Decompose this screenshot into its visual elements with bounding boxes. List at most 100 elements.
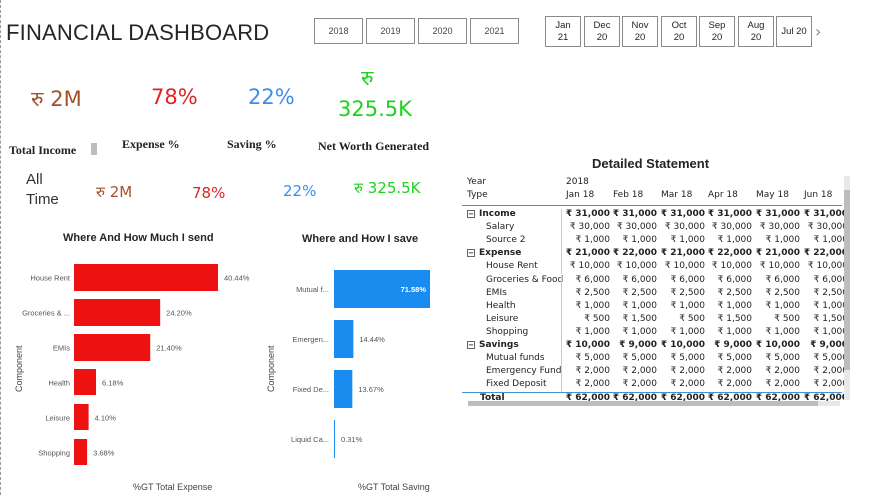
matrix-item-label: Shopping (486, 326, 529, 337)
year-button-2019[interactable]: 2019 (366, 18, 415, 44)
matrix-column-divider (561, 209, 562, 222)
saving-category-label: Fixed De... (293, 385, 329, 394)
matrix-month-header[interactable]: Mar 18 (661, 190, 692, 200)
matrix-cell: ₹ 5,000 (622, 353, 657, 364)
matrix-vertical-scrollbar[interactable] (844, 176, 850, 400)
matrix-cell: ₹ 2,500 (622, 287, 657, 298)
matrix-month-header[interactable]: Feb 18 (613, 190, 643, 200)
matrix-row[interactable]: Shopping ₹ 1,000 ₹ 1,000 ₹ 1,000 ₹ 1,000 ₹ 1,… (462, 326, 848, 340)
collapse-icon[interactable]: − (467, 210, 475, 218)
expense-bar[interactable] (74, 404, 89, 430)
matrix-column-divider (561, 379, 562, 393)
month-button-jul20[interactable]: Jul 20 (776, 16, 812, 47)
expense-bar[interactable] (74, 369, 97, 395)
month-button-aug20[interactable]: Aug 20 (738, 16, 774, 47)
collapse-icon[interactable]: − (467, 249, 475, 258)
matrix-horizontal-scrollbar[interactable] (468, 401, 840, 406)
month-button-dec20[interactable]: Dec 20 (584, 16, 620, 47)
matrix-cell: ₹ 500 (774, 313, 800, 324)
matrix-month-header[interactable]: May 18 (756, 190, 789, 200)
matrix-horizontal-scroll-thumb[interactable] (468, 401, 818, 406)
expense-bar[interactable] (74, 439, 88, 465)
matrix-month-header[interactable]: Jan 18 (566, 190, 594, 200)
matrix-cell: ₹ 10,000 (759, 261, 800, 272)
matrix-month-header[interactable]: Apr 18 (708, 190, 738, 200)
matrix-row[interactable]: Fixed Deposit ₹ 2,000 ₹ 2,000 ₹ 2,000 ₹ 2,00… (462, 379, 848, 393)
matrix-cell: ₹ 1,000 (717, 300, 752, 311)
matrix-cell: ₹ 1,000 (765, 326, 800, 337)
expense-data-label: 6.18% (102, 379, 124, 388)
expense-category-label: Groceries & ... (22, 309, 70, 318)
kpi-networth-symbol: रु (361, 66, 374, 90)
expense-category-label: Leisure (45, 414, 70, 423)
matrix-row[interactable]: − Expense ₹ 21,000 ₹ 22,000 ₹ 21,000 ₹ 22,000… (462, 248, 848, 262)
detailed-statement-matrix[interactable]: Year 2018 Type Jan 18 Feb 18 Mar 18 Apr 18 M… (462, 176, 850, 414)
matrix-row[interactable]: EMIs ₹ 2,500 ₹ 2,500 ₹ 2,500 ₹ 2,500 ₹ 2,500 ₹… (462, 287, 848, 301)
matrix-row[interactable]: Source 2 ₹ 1,000 ₹ 1,000 ₹ 1,000 ₹ 1,000 ₹ 1,… (462, 235, 848, 249)
matrix-row[interactable]: Salary ₹ 30,000 ₹ 30,000 ₹ 30,000 ₹ 30,000 ₹ … (462, 222, 848, 236)
matrix-cell: ₹ 30,000 (711, 222, 752, 233)
matrix-item-label: Fixed Deposit (486, 379, 547, 390)
matrix-row[interactable]: Leisure ₹ 500 ₹ 1,500 ₹ 500 ₹ 1,500 ₹ 500 ₹ 1,… (462, 313, 848, 327)
month-button-sep20[interactable]: Sep 20 (699, 16, 735, 47)
matrix-cell: ₹ 30,000 (616, 222, 657, 233)
matrix-column-divider (561, 300, 562, 314)
expense-bar-chart: House Rent 40.44% Groceries & ... 24.20% EMI… (22, 264, 250, 465)
matrix-item-label: Groceries & Food (486, 274, 564, 285)
matrix-cell: ₹ 1,000 (670, 300, 705, 311)
matrix-cell: ₹ 9,000 (714, 340, 752, 350)
matrix-cell: ₹ 1,000 (575, 235, 610, 246)
month-button-nov20[interactable]: Nov 20 (622, 16, 658, 47)
matrix-row[interactable]: Mutual funds ₹ 5,000 ₹ 5,000 ₹ 5,000 ₹ 5,000… (462, 353, 848, 367)
matrix-cell: ₹ 10,000 (616, 261, 657, 272)
matrix-cell: ₹ 22,000 (612, 248, 657, 259)
matrix-row[interactable]: Groceries & Food ₹ 6,000 ₹ 6,000 ₹ 6,000 ₹ 6… (462, 274, 848, 288)
matrix-row[interactable]: Health ₹ 1,000 ₹ 1,000 ₹ 1,000 ₹ 1,000 ₹ 1,00… (462, 300, 848, 314)
month-button-jan21[interactable]: Jan 21 (545, 16, 581, 47)
matrix-cell: ₹ 6,000 (622, 274, 657, 285)
matrix-cell: ₹ 5,000 (765, 353, 800, 364)
matrix-cell: ₹ 6,000 (717, 274, 752, 285)
collapse-icon[interactable]: − (467, 341, 475, 349)
saving-data-label: 0.31% (341, 435, 363, 444)
matrix-vertical-scroll-thumb[interactable] (844, 190, 850, 370)
expense-chart-title: Where And How Much I send (63, 232, 214, 244)
matrix-cell: ₹ 2,000 (765, 379, 800, 390)
expense-data-label: 21.40% (156, 344, 182, 353)
matrix-cell: ₹ 31,000 (755, 209, 800, 219)
year-button-2020[interactable]: 2020 (418, 18, 467, 44)
matrix-cell: ₹ 30,000 (664, 222, 705, 233)
matrix-cell: ₹ 1,000 (622, 235, 657, 246)
saving-bar[interactable] (334, 370, 353, 408)
expense-bar[interactable] (74, 299, 161, 326)
matrix-cell: ₹ 21,000 (660, 248, 705, 259)
matrix-cell: ₹ 5,000 (717, 353, 752, 364)
year-button-2018[interactable]: 2018 (314, 18, 363, 44)
month-button-oct20[interactable]: Oct 20 (661, 16, 697, 47)
matrix-row[interactable]: House Rent ₹ 10,000 ₹ 10,000 ₹ 10,000 ₹ 10,0… (462, 261, 848, 275)
expense-data-label: 4.10% (95, 414, 117, 423)
matrix-cell: ₹ 2,000 (622, 379, 657, 390)
matrix-group-label: Expense (479, 248, 522, 259)
expense-data-label: 24.20% (166, 309, 192, 318)
matrix-month-header[interactable]: Jun 18 (804, 190, 832, 200)
expense-bar[interactable] (74, 334, 151, 361)
matrix-cell: ₹ 1,500 (813, 313, 848, 324)
matrix-row[interactable]: − Income ₹ 31,000 ₹ 31,000 ₹ 31,000 ₹ 31,000 ₹… (462, 209, 848, 222)
expense-data-label: 40.44% (224, 274, 250, 283)
matrix-cell: ₹ 31,000 (707, 209, 752, 219)
matrix-row[interactable]: Emergency Fund ₹ 2,000 ₹ 2,000 ₹ 2,000 ₹ 2,0… (462, 366, 848, 380)
kpi-networth-value: 325.5K (338, 97, 412, 121)
saving-bar[interactable] (334, 420, 335, 458)
kpi-expense-label: Expense % (122, 137, 180, 151)
matrix-cell: ₹ 10,000 (755, 340, 800, 350)
matrix-cell: ₹ 2,500 (575, 287, 610, 298)
matrix-row[interactable]: − Savings ₹ 10,000 ₹ 9,000 ₹ 10,000 ₹ 9,000 ₹ … (462, 340, 848, 353)
year-button-2021[interactable]: 2021 (470, 18, 519, 44)
saving-bar[interactable] (334, 320, 354, 358)
matrix-cell: ₹ 10,000 (807, 261, 848, 272)
matrix-cell: ₹ 30,000 (759, 222, 800, 233)
kpi-separator (91, 143, 97, 155)
expense-bar[interactable] (74, 264, 218, 291)
chevron-right-icon[interactable]: › (815, 22, 821, 41)
